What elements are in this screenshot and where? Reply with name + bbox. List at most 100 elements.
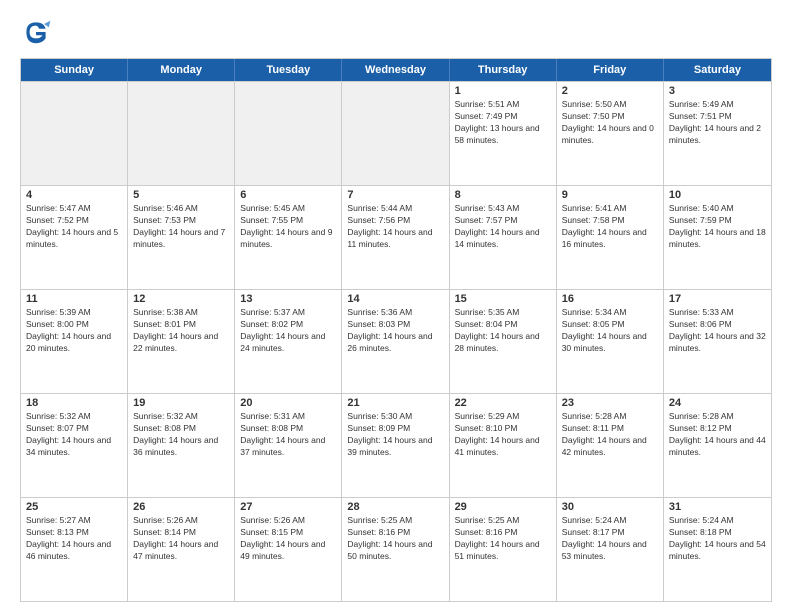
cal-cell: 19 Sunrise: 5:32 AM Sunset: 8:08 PM Dayli… [128,394,235,497]
header [20,16,772,48]
cell-info: Sunrise: 5:43 AM Sunset: 7:57 PM Dayligh… [455,203,551,251]
cal-cell: 25 Sunrise: 5:27 AM Sunset: 8:13 PM Dayli… [21,498,128,601]
day-number: 12 [133,293,229,305]
cell-info: Sunrise: 5:26 AM Sunset: 8:14 PM Dayligh… [133,515,229,563]
cal-cell: 8 Sunrise: 5:43 AM Sunset: 7:57 PM Daylig… [450,186,557,289]
cell-info: Sunrise: 5:39 AM Sunset: 8:00 PM Dayligh… [26,307,122,355]
day-number: 24 [669,397,766,409]
day-number: 14 [347,293,443,305]
cell-info: Sunrise: 5:40 AM Sunset: 7:59 PM Dayligh… [669,203,766,251]
cell-info: Sunrise: 5:35 AM Sunset: 8:04 PM Dayligh… [455,307,551,355]
cal-row: 18 Sunrise: 5:32 AM Sunset: 8:07 PM Dayli… [21,393,771,497]
cell-info: Sunrise: 5:32 AM Sunset: 8:07 PM Dayligh… [26,411,122,459]
cal-cell: 9Sunrise: 5:41 AM Sunset: 7:58 PM Daylig… [557,186,664,289]
day-number: 22 [455,397,551,409]
cal-cell: 20 Sunrise: 5:31 AM Sunset: 8:08 PM Dayli… [235,394,342,497]
cell-info: Sunrise: 5:29 AM Sunset: 8:10 PM Dayligh… [455,411,551,459]
day-number: 2 [562,85,658,97]
day-number: 27 [240,501,336,513]
calendar-body: 1 Sunrise: 5:51 AM Sunset: 7:49 PM Daylig… [21,81,771,601]
cal-cell: 22 Sunrise: 5:29 AM Sunset: 8:10 PM Dayli… [450,394,557,497]
day-number: 23 [562,397,658,409]
day-number: 28 [347,501,443,513]
cell-info: Sunrise: 5:26 AM Sunset: 8:15 PM Dayligh… [240,515,336,563]
cal-cell: 17Sunrise: 5:33 AM Sunset: 8:06 PM Dayli… [664,290,771,393]
cal-row: 25 Sunrise: 5:27 AM Sunset: 8:13 PM Dayli… [21,497,771,601]
cal-cell: 26 Sunrise: 5:26 AM Sunset: 8:14 PM Dayli… [128,498,235,601]
cell-info: Sunrise: 5:28 AM Sunset: 8:11 PM Dayligh… [562,411,658,459]
cell-info: Sunrise: 5:36 AM Sunset: 8:03 PM Dayligh… [347,307,443,355]
cal-cell: 11 Sunrise: 5:39 AM Sunset: 8:00 PM Dayli… [21,290,128,393]
day-number: 1 [455,85,551,97]
cal-cell: 21Sunrise: 5:30 AM Sunset: 8:09 PM Dayli… [342,394,449,497]
day-number: 18 [26,397,122,409]
day-number: 10 [669,189,766,201]
day-number: 31 [669,501,766,513]
day-number: 8 [455,189,551,201]
day-number: 20 [240,397,336,409]
cal-header-cell: Monday [128,59,235,81]
cal-cell: 10 Sunrise: 5:40 AM Sunset: 7:59 PM Dayli… [664,186,771,289]
day-number: 11 [26,293,122,305]
cal-cell: 4 Sunrise: 5:47 AM Sunset: 7:52 PM Daylig… [21,186,128,289]
day-number: 19 [133,397,229,409]
day-number: 13 [240,293,336,305]
cell-info: Sunrise: 5:24 AM Sunset: 8:17 PM Dayligh… [562,515,658,563]
cell-info: Sunrise: 5:38 AM Sunset: 8:01 PM Dayligh… [133,307,229,355]
day-number: 9 [562,189,658,201]
day-number: 4 [26,189,122,201]
cal-cell: 12 Sunrise: 5:38 AM Sunset: 8:01 PM Dayli… [128,290,235,393]
day-number: 15 [455,293,551,305]
cal-row: 4 Sunrise: 5:47 AM Sunset: 7:52 PM Daylig… [21,185,771,289]
cal-cell: 13 Sunrise: 5:37 AM Sunset: 8:02 PM Dayli… [235,290,342,393]
cal-cell [21,82,128,185]
cell-info: Sunrise: 5:49 AM Sunset: 7:51 PM Dayligh… [669,99,766,147]
cell-info: Sunrise: 5:46 AM Sunset: 7:53 PM Dayligh… [133,203,229,251]
cal-cell [235,82,342,185]
cal-row: 1 Sunrise: 5:51 AM Sunset: 7:49 PM Daylig… [21,81,771,185]
page: SundayMondayTuesdayWednesdayThursdayFrid… [0,0,792,612]
cal-cell: 7Sunrise: 5:44 AM Sunset: 7:56 PM Daylig… [342,186,449,289]
cal-cell: 3Sunrise: 5:49 AM Sunset: 7:51 PM Daylig… [664,82,771,185]
cal-cell: 30 Sunrise: 5:24 AM Sunset: 8:17 PM Dayli… [557,498,664,601]
calendar-header: SundayMondayTuesdayWednesdayThursdayFrid… [21,59,771,81]
cal-cell: 15 Sunrise: 5:35 AM Sunset: 8:04 PM Dayli… [450,290,557,393]
logo [20,16,56,48]
cell-info: Sunrise: 5:47 AM Sunset: 7:52 PM Dayligh… [26,203,122,251]
day-number: 26 [133,501,229,513]
cell-info: Sunrise: 5:30 AM Sunset: 8:09 PM Dayligh… [347,411,443,459]
day-number: 30 [562,501,658,513]
cal-cell: 18 Sunrise: 5:32 AM Sunset: 8:07 PM Dayli… [21,394,128,497]
day-number: 25 [26,501,122,513]
day-number: 17 [669,293,766,305]
cell-info: Sunrise: 5:37 AM Sunset: 8:02 PM Dayligh… [240,307,336,355]
cal-cell: 23 Sunrise: 5:28 AM Sunset: 8:11 PM Dayli… [557,394,664,497]
calendar: SundayMondayTuesdayWednesdayThursdayFrid… [20,58,772,602]
cell-info: Sunrise: 5:50 AM Sunset: 7:50 PM Dayligh… [562,99,658,147]
cell-info: Sunrise: 5:31 AM Sunset: 8:08 PM Dayligh… [240,411,336,459]
cal-header-cell: Saturday [664,59,771,81]
cal-cell: 29 Sunrise: 5:25 AM Sunset: 8:16 PM Dayli… [450,498,557,601]
cal-header-cell: Friday [557,59,664,81]
cal-header-cell: Tuesday [235,59,342,81]
cal-cell: 6Sunrise: 5:45 AM Sunset: 7:55 PM Daylig… [235,186,342,289]
cell-info: Sunrise: 5:27 AM Sunset: 8:13 PM Dayligh… [26,515,122,563]
cal-cell: 28Sunrise: 5:25 AM Sunset: 8:16 PM Dayli… [342,498,449,601]
cal-cell: 1 Sunrise: 5:51 AM Sunset: 7:49 PM Daylig… [450,82,557,185]
cell-info: Sunrise: 5:51 AM Sunset: 7:49 PM Dayligh… [455,99,551,147]
logo-icon [20,16,52,48]
day-number: 5 [133,189,229,201]
cell-info: Sunrise: 5:34 AM Sunset: 8:05 PM Dayligh… [562,307,658,355]
cell-info: Sunrise: 5:32 AM Sunset: 8:08 PM Dayligh… [133,411,229,459]
cal-cell: 5 Sunrise: 5:46 AM Sunset: 7:53 PM Daylig… [128,186,235,289]
cal-cell: 24 Sunrise: 5:28 AM Sunset: 8:12 PM Dayli… [664,394,771,497]
day-number: 16 [562,293,658,305]
cal-header-cell: Thursday [450,59,557,81]
cell-info: Sunrise: 5:25 AM Sunset: 8:16 PM Dayligh… [455,515,551,563]
cal-cell [128,82,235,185]
day-number: 6 [240,189,336,201]
cell-info: Sunrise: 5:28 AM Sunset: 8:12 PM Dayligh… [669,411,766,459]
day-number: 29 [455,501,551,513]
day-number: 7 [347,189,443,201]
cal-header-cell: Sunday [21,59,128,81]
